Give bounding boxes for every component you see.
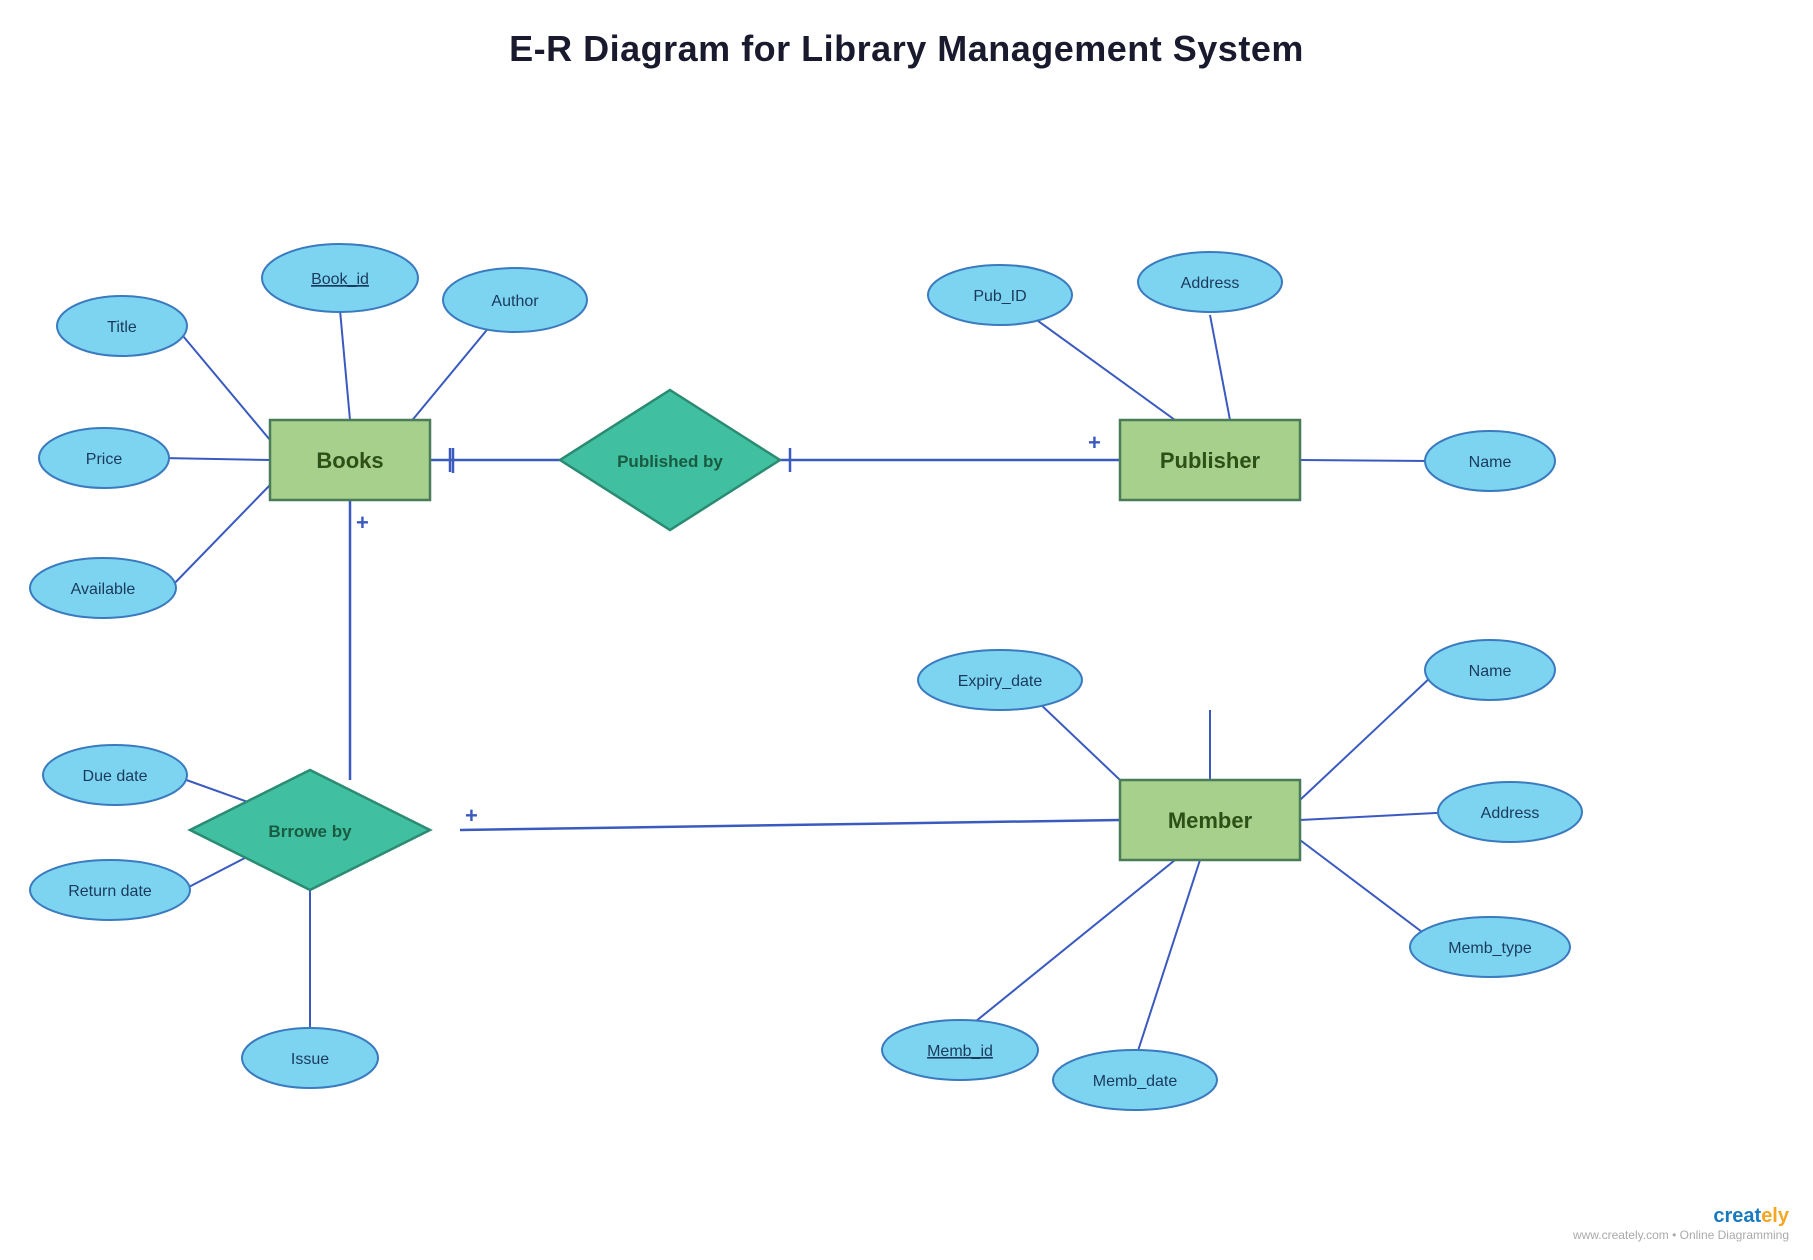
attr-issue-label: Issue xyxy=(291,1051,329,1068)
entity-publisher-label: Publisher xyxy=(1160,448,1261,473)
er-diagram-svg: + + + Books Publisher Member Published b… xyxy=(0,90,1813,1250)
attr-title-label: Title xyxy=(107,319,137,336)
attr-memb-date-label: Memb_date xyxy=(1093,1073,1178,1090)
attr-name-member-label: Name xyxy=(1469,663,1512,680)
attr-return-date-label: Return date xyxy=(68,883,152,900)
svg-text:+: + xyxy=(356,510,369,535)
diagram-area: + + + Books Publisher Member Published b… xyxy=(0,90,1813,1250)
attr-author-label: Author xyxy=(491,293,539,310)
attr-available-label: Available xyxy=(71,581,136,598)
page-title: E-R Diagram for Library Management Syste… xyxy=(0,0,1813,70)
attr-name-publisher-label: Name xyxy=(1469,454,1512,471)
attr-book-id-label: Book_id xyxy=(311,271,369,288)
attr-memb-id-label: Memb_id xyxy=(927,1043,993,1060)
rel-brrowe-by-label: Brrowe by xyxy=(268,822,352,841)
entity-member-label: Member xyxy=(1168,808,1253,833)
svg-text:+: + xyxy=(465,803,478,828)
rel-published-by-label: Published by xyxy=(617,452,723,471)
watermark: creately www.creately.com • Online Diagr… xyxy=(1573,1205,1789,1242)
attr-address-member-label: Address xyxy=(1481,805,1540,822)
attr-address-publisher-label: Address xyxy=(1181,275,1240,292)
attr-due-date-label: Due date xyxy=(83,768,148,785)
entity-books-label: Books xyxy=(316,448,383,473)
attr-pub-id-label: Pub_ID xyxy=(973,288,1026,305)
svg-text:+: + xyxy=(1088,430,1101,455)
attr-memb-type-label: Memb_type xyxy=(1448,940,1532,957)
attr-price-label: Price xyxy=(86,451,123,468)
attr-expiry-date-label: Expiry_date xyxy=(958,673,1043,690)
